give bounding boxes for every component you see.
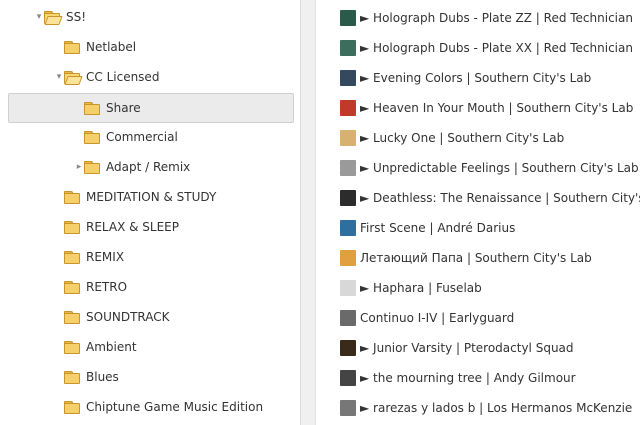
tree-item[interactable]: MEDITATION & STUDY [0,183,300,213]
track-item[interactable]: ► Evening Colors | Southern City's Lab [316,63,640,93]
album-thumbnail [340,400,356,416]
track-item[interactable]: ► Holograph Dubs - Plate ZZ | Red Techni… [316,3,640,33]
track-title: ► the mourning tree | Andy Gilmour [360,371,576,385]
album-thumbnail [340,370,356,386]
album-thumbnail [340,160,356,176]
tree-item-label: REMIX [86,250,125,264]
folder-icon [64,41,80,54]
folder-icon [64,311,80,324]
tree-item-label: Commercial [106,130,178,144]
folder-tree: ▾ SS! Netlabel ▾ CC Licensed Share Commercial ▸… [0,0,300,425]
album-thumbnail [340,130,356,146]
track-list: ► Holograph Dubs - Plate ZZ | Red Techni… [316,0,640,425]
album-thumbnail [340,10,356,26]
track-item[interactable]: ► Haphara | Fuselab [316,273,640,303]
tree-item[interactable]: Share [8,93,294,123]
chevron-right-icon[interactable]: ▸ [74,162,84,172]
tree-item[interactable]: RELAX & SLEEP [0,213,300,243]
folder-icon [84,161,100,174]
folder-open-icon [44,11,63,25]
album-thumbnail [340,250,356,266]
track-item[interactable]: ► rarezas y lados b | Los Hermanos McKen… [316,393,640,423]
track-title: ► Deathless: The Renaissance | Southern … [360,191,640,205]
tree-item-label: Adapt / Remix [106,160,191,174]
track-item[interactable]: ► Holograph Dubs - Plate XX | Red Techni… [316,33,640,63]
tree-item[interactable]: REMIX [0,243,300,273]
folder-icon [84,131,100,144]
tree-item[interactable]: ▸ Adapt / Remix [0,153,300,183]
tree-item-label: Share [106,101,141,115]
album-thumbnail [340,220,356,236]
folder-icon [64,371,80,384]
tree-item-label: RELAX & SLEEP [86,220,179,234]
tree-item[interactable]: SOUNDTRACK [0,303,300,333]
tree-item-label: SS! [66,10,87,24]
tree-item[interactable]: Netlabel [0,33,300,63]
track-title: ► Junior Varsity | Pterodactyl Squad [360,341,574,355]
track-title: Летающий Папа | Southern City's Lab [360,251,592,265]
folder-icon [64,251,80,264]
track-title: First Scene | André Darius [360,221,516,235]
tree-item-label: SOUNDTRACK [86,310,170,324]
folder-icon [64,191,80,204]
album-thumbnail [340,70,356,86]
tree-item-label: CC Licensed [86,70,160,84]
track-title: ► Evening Colors | Southern City's Lab [360,71,592,85]
track-title: ► Haphara | Fuselab [360,281,482,295]
track-item[interactable]: Continuo I-IV | Earlyguard [316,303,640,333]
tree-item-label: RETRO [86,280,128,294]
track-title: ► Holograph Dubs - Plate ZZ | Red Techni… [360,11,633,25]
tree-item-label: MEDITATION & STUDY [86,190,217,204]
tree-item[interactable]: ▾ SS! [0,3,300,33]
tree-item[interactable]: Chiptune Game Music Edition [0,393,300,423]
track-title: Continuo I-IV | Earlyguard [360,311,515,325]
tree-item[interactable]: RETRO [0,273,300,303]
track-title: ► Holograph Dubs - Plate XX | Red Techni… [360,41,633,55]
album-thumbnail [340,190,356,206]
chevron-down-icon[interactable]: ▾ [34,12,44,22]
track-item[interactable]: ► Unpredictable Feelings | Southern City… [316,153,640,183]
track-title: ► Heaven In Your Mouth | Southern City's… [360,101,634,115]
track-item[interactable]: ► Lucky One | Southern City's Lab [316,123,640,153]
tree-item-label: Chiptune Game Music Edition [86,400,264,414]
track-title: ► Unpredictable Feelings | Southern City… [360,161,639,175]
tree-item-label: Ambient [86,340,137,354]
tree-item[interactable]: Ambient [0,333,300,363]
folder-icon [64,401,80,414]
track-item[interactable]: ► Deathless: The Renaissance | Southern … [316,183,640,213]
album-thumbnail [340,280,356,296]
pane-splitter[interactable] [300,0,316,425]
track-item[interactable]: ► Heaven In Your Mouth | Southern City's… [316,93,640,123]
track-item[interactable]: ► Junior Varsity | Pterodactyl Squad [316,333,640,363]
folder-icon [64,221,80,234]
track-title: ► rarezas y lados b | Los Hermanos McKen… [360,401,633,415]
album-thumbnail [340,40,356,56]
tree-item[interactable]: Commercial [0,123,300,153]
folder-icon [64,281,80,294]
track-item[interactable]: Летающий Папа | Southern City's Lab [316,243,640,273]
tree-item-label: Netlabel [86,40,137,54]
folder-open-icon [64,71,83,85]
chevron-down-icon[interactable]: ▾ [54,72,64,82]
track-title: ► Lucky One | Southern City's Lab [360,131,565,145]
tree-item[interactable]: Blues [0,363,300,393]
tree-item-label: Blues [86,370,119,384]
tree-item[interactable]: ▾ CC Licensed [0,63,300,93]
folder-icon [84,102,100,115]
folder-icon [64,341,80,354]
album-thumbnail [340,100,356,116]
album-thumbnail [340,310,356,326]
track-item[interactable]: First Scene | André Darius [316,213,640,243]
album-thumbnail [340,340,356,356]
track-item[interactable]: ► the mourning tree | Andy Gilmour [316,363,640,393]
